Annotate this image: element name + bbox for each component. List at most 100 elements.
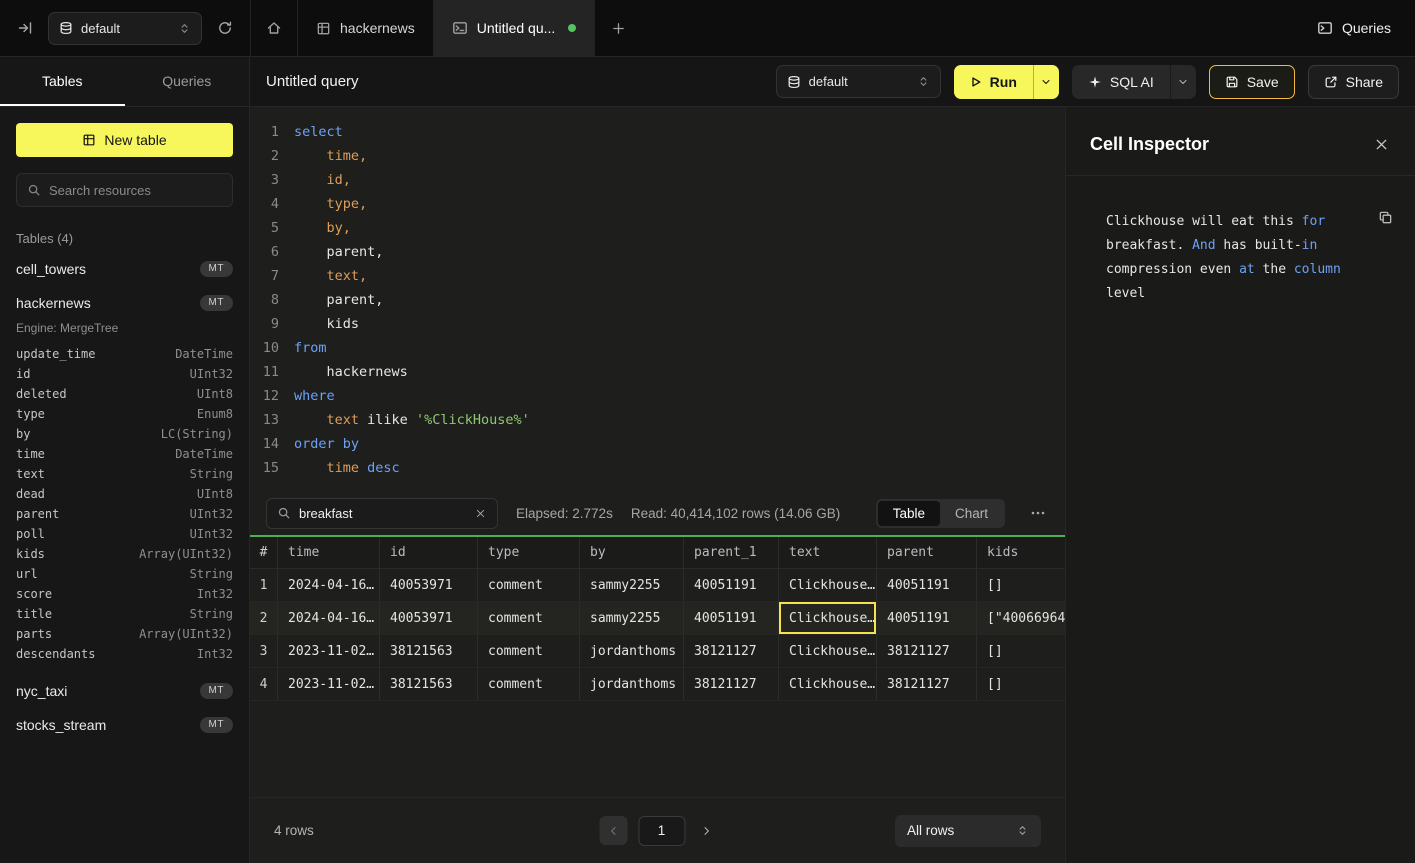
column-header-parent[interactable]: parent — [877, 537, 977, 568]
sidebar-table-nyc_taxi[interactable]: nyc_taxiMT — [16, 674, 233, 708]
sql-ai-button[interactable]: SQL AI — [1072, 65, 1170, 99]
sidebar-tab-tables[interactable]: Tables — [0, 57, 125, 106]
new-tab-button[interactable] — [595, 0, 642, 56]
column-row[interactable]: typeEnum8 — [16, 404, 233, 424]
column-header-type[interactable]: type — [478, 537, 580, 568]
column-row[interactable]: pollUInt32 — [16, 524, 233, 544]
cell-by[interactable]: jordanthoms — [580, 635, 684, 667]
cell-time[interactable]: 2023-11-02… — [278, 635, 380, 667]
sql-ai-options-button[interactable] — [1170, 65, 1196, 99]
column-row[interactable]: urlString — [16, 564, 233, 584]
sql-editor[interactable]: 1select2 time,3 id,4 type,5 by,6 parent,… — [250, 107, 1065, 491]
sidebar-tab-queries[interactable]: Queries — [125, 57, 250, 106]
page-size-selector[interactable]: All rows — [895, 815, 1041, 847]
view-tab-chart[interactable]: Chart — [940, 501, 1003, 526]
more-options-icon[interactable] — [1027, 502, 1049, 524]
cell-parent[interactable]: 40051191 — [877, 569, 977, 601]
results-search[interactable] — [266, 498, 498, 529]
line-code: type, — [294, 192, 367, 216]
column-row[interactable]: titleString — [16, 604, 233, 624]
column-row[interactable]: textString — [16, 464, 233, 484]
column-header-id[interactable]: id — [380, 537, 478, 568]
sidebar-collapse-icon[interactable] — [14, 17, 36, 39]
copy-icon[interactable] — [1374, 206, 1397, 229]
line-number: 7 — [250, 264, 294, 288]
cell-parent[interactable]: 40051191 — [877, 602, 977, 634]
column-row[interactable]: kidsArray(UInt32) — [16, 544, 233, 564]
run-button[interactable]: Run — [954, 65, 1033, 99]
column-header-time[interactable]: time — [278, 537, 380, 568]
cell-text[interactable]: Clickhouse… — [779, 668, 877, 700]
previous-page-button[interactable] — [599, 816, 627, 845]
cell-by[interactable]: sammy2255 — [580, 602, 684, 634]
view-tab-table[interactable]: Table — [878, 501, 940, 526]
column-header-parent_1[interactable]: parent_1 — [684, 537, 779, 568]
close-icon[interactable] — [1374, 137, 1389, 152]
cell-type[interactable]: comment — [478, 602, 580, 634]
cell-id[interactable]: 40053971 — [380, 602, 478, 634]
column-header-kids[interactable]: kids — [977, 537, 1065, 568]
cell-type[interactable]: comment — [478, 668, 580, 700]
cell-kids[interactable]: ["40066964… — [977, 602, 1065, 634]
table-row[interactable]: 12024-04-16…40053971commentsammy22554005… — [250, 569, 1065, 602]
cell-parent[interactable]: 38121127 — [877, 668, 977, 700]
cell-kids[interactable]: [] — [977, 668, 1065, 700]
refresh-icon[interactable] — [214, 17, 236, 39]
new-table-button[interactable]: New table — [16, 123, 233, 157]
cell-type[interactable]: comment — [478, 635, 580, 667]
cell-parent_1[interactable]: 38121127 — [684, 635, 779, 667]
cell-id[interactable]: 38121563 — [380, 635, 478, 667]
column-header-text[interactable]: text — [779, 537, 877, 568]
cell-by[interactable]: sammy2255 — [580, 569, 684, 601]
column-row[interactable]: deadUInt8 — [16, 484, 233, 504]
results-search-input[interactable] — [299, 506, 466, 521]
column-header-by[interactable]: by — [580, 537, 684, 568]
column-row[interactable]: parentUInt32 — [16, 504, 233, 524]
page-number-input[interactable] — [638, 816, 685, 846]
clear-search-icon[interactable] — [474, 505, 487, 521]
sidebar-table-hackernews[interactable]: hackernewsMT — [16, 286, 233, 320]
column-row[interactable]: descendantsInt32 — [16, 644, 233, 664]
table-row[interactable]: 22024-04-16…40053971commentsammy22554005… — [250, 602, 1065, 635]
cell-kids[interactable]: [] — [977, 635, 1065, 667]
tab-hackernews[interactable]: hackernews — [298, 0, 434, 56]
cell-parent[interactable]: 38121127 — [877, 635, 977, 667]
tab-untitled-query[interactable]: Untitled qu... — [434, 0, 596, 56]
share-button[interactable]: Share — [1308, 65, 1399, 99]
column-row[interactable]: idUInt32 — [16, 364, 233, 384]
cell-kids[interactable]: [] — [977, 569, 1065, 601]
column-header-num[interactable]: # — [250, 537, 278, 568]
column-row[interactable]: timeDateTime — [16, 444, 233, 464]
cell-by[interactable]: jordanthoms — [580, 668, 684, 700]
sidebar-table-stocks_stream[interactable]: stocks_streamMT — [16, 708, 233, 742]
column-row[interactable]: deletedUInt8 — [16, 384, 233, 404]
cell-parent_1[interactable]: 38121127 — [684, 668, 779, 700]
cell-id[interactable]: 38121563 — [380, 668, 478, 700]
column-row[interactable]: scoreInt32 — [16, 584, 233, 604]
cell-text[interactable]: Clickhouse… — [779, 602, 877, 634]
resource-search[interactable] — [16, 173, 233, 207]
queries-button[interactable]: Queries — [1317, 20, 1391, 36]
table-row[interactable]: 32023-11-02…38121563commentjordanthoms38… — [250, 635, 1065, 668]
cell-type[interactable]: comment — [478, 569, 580, 601]
column-row[interactable]: update_timeDateTime — [16, 344, 233, 364]
cell-time[interactable]: 2023-11-02… — [278, 668, 380, 700]
cell-time[interactable]: 2024-04-16… — [278, 602, 380, 634]
cell-id[interactable]: 40053971 — [380, 569, 478, 601]
run-options-button[interactable] — [1033, 65, 1059, 99]
cell-text[interactable]: Clickhouse… — [779, 635, 877, 667]
save-button[interactable]: Save — [1209, 65, 1295, 99]
column-row[interactable]: partsArray(UInt32) — [16, 624, 233, 644]
table-row[interactable]: 42023-11-02…38121563commentjordanthoms38… — [250, 668, 1065, 701]
database-selector[interactable]: default — [48, 12, 202, 45]
next-page-button[interactable] — [696, 821, 716, 841]
resource-search-input[interactable] — [49, 183, 222, 198]
cell-text[interactable]: Clickhouse… — [779, 569, 877, 601]
cell-time[interactable]: 2024-04-16… — [278, 569, 380, 601]
home-tab[interactable] — [250, 0, 298, 56]
cell-parent_1[interactable]: 40051191 — [684, 602, 779, 634]
query-database-selector[interactable]: default — [776, 65, 941, 98]
sidebar-table-cell_towers[interactable]: cell_towersMT — [16, 252, 233, 286]
cell-parent_1[interactable]: 40051191 — [684, 569, 779, 601]
column-row[interactable]: byLC(String) — [16, 424, 233, 444]
